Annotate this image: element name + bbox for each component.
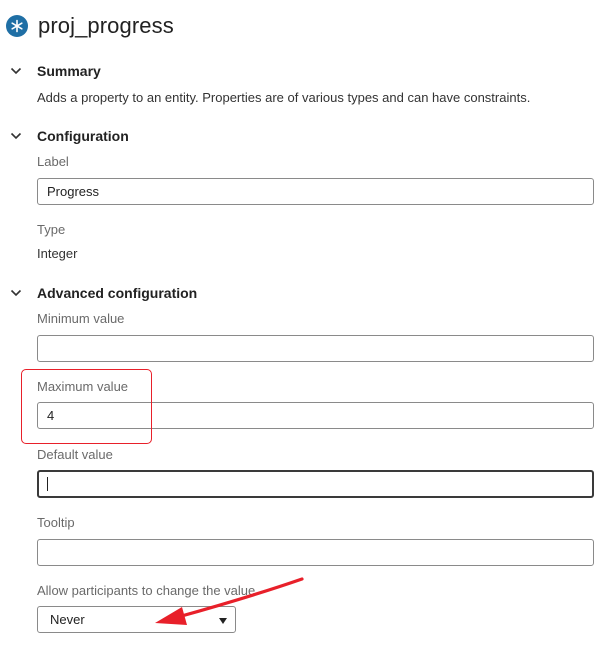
snowflake-icon xyxy=(6,15,28,37)
chevron-down-icon xyxy=(8,63,24,79)
text-cursor xyxy=(47,477,48,491)
type-caption: Type xyxy=(37,222,66,237)
minimum-value-field[interactable] xyxy=(37,335,594,362)
default-value-field[interactable] xyxy=(37,470,594,498)
advanced-heading: Advanced configuration xyxy=(37,285,198,301)
label-field[interactable] xyxy=(37,178,594,205)
chevron-down-icon xyxy=(8,128,24,144)
allow-change-caption: Allow participants to change the value xyxy=(37,583,256,598)
allow-change-selected-value: Never xyxy=(50,612,85,627)
default-value-caption: Default value xyxy=(37,447,113,462)
summary-section-toggle[interactable]: Summary xyxy=(8,63,101,79)
highlight-box xyxy=(21,369,152,444)
advanced-section-toggle[interactable]: Advanced configuration xyxy=(8,285,197,301)
caret-down-icon xyxy=(219,611,227,629)
minimum-value-caption: Minimum value xyxy=(37,311,125,326)
tooltip-field[interactable] xyxy=(37,539,594,566)
tooltip-caption: Tooltip xyxy=(37,515,75,530)
page-title: proj_progress xyxy=(38,13,174,38)
allow-change-select[interactable]: Never xyxy=(37,606,236,633)
configuration-section-toggle[interactable]: Configuration xyxy=(8,128,129,144)
summary-heading: Summary xyxy=(37,63,101,79)
chevron-down-icon xyxy=(8,285,24,301)
configuration-heading: Configuration xyxy=(37,128,129,144)
summary-description: Adds a property to an entity. Properties… xyxy=(37,90,531,105)
page-header: proj_progress xyxy=(6,11,174,41)
label-caption: Label xyxy=(37,154,69,169)
type-value: Integer xyxy=(37,246,78,261)
